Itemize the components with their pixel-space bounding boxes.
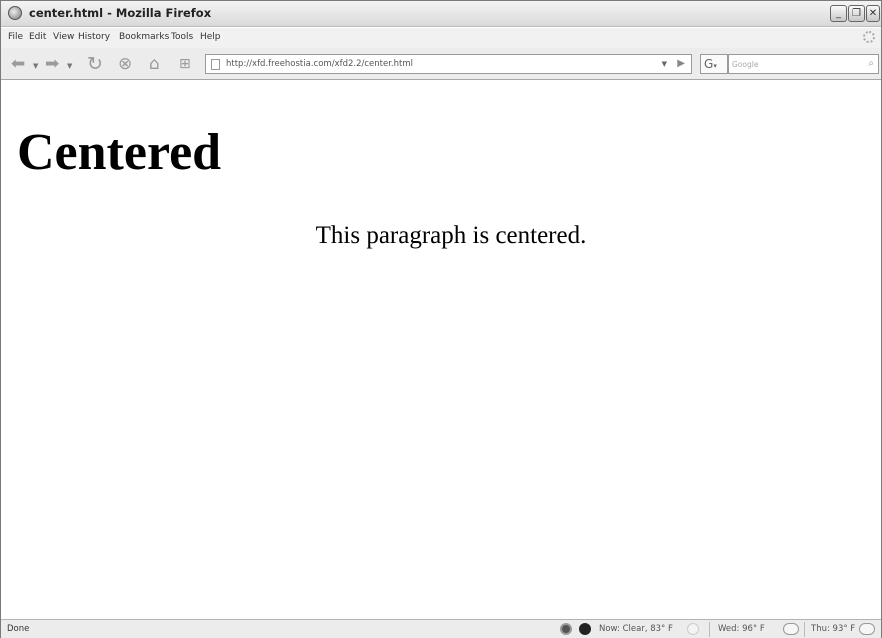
url-dropdown-icon[interactable]: ▼ bbox=[662, 60, 667, 68]
search-input[interactable]: Google ⌕ bbox=[728, 54, 879, 74]
partly-cloudy-icon bbox=[783, 623, 799, 635]
status-divider bbox=[804, 622, 805, 637]
back-arrow-icon[interactable]: ⬅ bbox=[11, 54, 25, 74]
search-placeholder: Google bbox=[732, 60, 759, 69]
menu-bookmarks[interactable]: Bookmarks bbox=[119, 32, 169, 42]
close-button[interactable]: ✕ bbox=[866, 5, 880, 22]
globe-status-icon[interactable] bbox=[579, 623, 591, 635]
title-bar: center.html - Mozilla Firefox _ ❐ ✕ bbox=[1, 1, 881, 27]
status-bar: Done Now: Clear, 83° F Wed: 96° F Thu: 9… bbox=[1, 619, 881, 638]
centered-paragraph: This paragraph is centered. bbox=[315, 222, 587, 249]
status-divider bbox=[709, 622, 710, 637]
reload-icon[interactable]: ↻ bbox=[87, 54, 103, 74]
browser-window: center.html - Mozilla Firefox _ ❐ ✕ File… bbox=[0, 0, 882, 638]
clear-night-icon bbox=[687, 623, 699, 635]
minimize-button[interactable]: _ bbox=[830, 5, 847, 22]
menu-edit[interactable]: Edit bbox=[29, 32, 46, 42]
address-bar[interactable]: http://xfd.freehostia.com/xfd2.2/center.… bbox=[205, 54, 692, 74]
partly-cloudy-icon bbox=[859, 623, 875, 635]
restore-button[interactable]: ❐ bbox=[848, 5, 865, 22]
page-heading: Centered bbox=[17, 124, 222, 181]
page-icon bbox=[211, 59, 220, 70]
go-arrow-icon[interactable]: ▶ bbox=[677, 58, 685, 69]
url-text[interactable]: http://xfd.freehostia.com/xfd2.2/center.… bbox=[226, 59, 413, 69]
menu-view[interactable]: View bbox=[53, 32, 74, 42]
search-icon[interactable]: ⌕ bbox=[868, 58, 874, 69]
weather-thu: Thu: 93° F bbox=[811, 624, 856, 634]
menu-help[interactable]: Help bbox=[200, 32, 221, 42]
firefox-icon bbox=[8, 6, 22, 20]
menu-history[interactable]: History bbox=[78, 32, 110, 42]
home-icon[interactable]: ⌂ bbox=[149, 54, 160, 74]
navigation-toolbar: ⬅ ▼ ➡ ▼ ↻ ⊗ ⌂ ⊞ http://xfd.freehostia.co… bbox=[1, 48, 881, 80]
forward-dropdown-icon[interactable]: ▼ bbox=[67, 62, 72, 70]
back-dropdown-icon[interactable]: ▼ bbox=[33, 62, 38, 70]
status-text: Done bbox=[7, 624, 30, 634]
addon-status-icon[interactable] bbox=[560, 623, 572, 635]
search-engine-selector[interactable]: G▾ bbox=[700, 54, 728, 74]
page-content: Centered This paragraph is centered. bbox=[1, 81, 881, 619]
new-tab-icon[interactable]: ⊞ bbox=[179, 54, 191, 74]
window-title: center.html - Mozilla Firefox bbox=[29, 6, 212, 20]
weather-wed: Wed: 96° F bbox=[718, 624, 765, 634]
menu-file[interactable]: File bbox=[8, 32, 23, 42]
menu-bar: File Edit View History Bookmarks Tools H… bbox=[1, 28, 881, 48]
weather-now: Now: Clear, 83° F bbox=[599, 624, 673, 634]
forward-arrow-icon[interactable]: ➡ bbox=[45, 54, 59, 74]
stop-icon[interactable]: ⊗ bbox=[118, 54, 132, 74]
menu-tools[interactable]: Tools bbox=[171, 32, 193, 42]
throbber-icon bbox=[863, 31, 875, 43]
